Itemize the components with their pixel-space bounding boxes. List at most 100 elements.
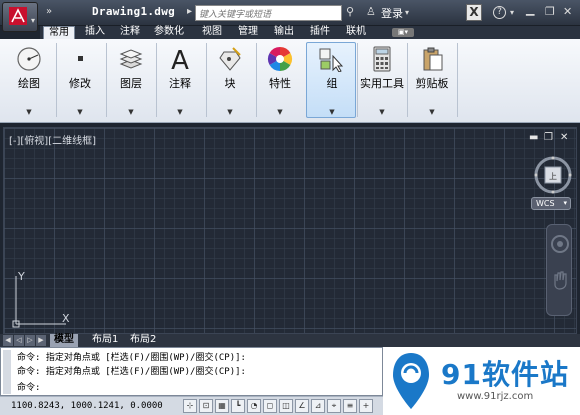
- chevron-down-icon[interactable]: ▼: [106, 108, 156, 116]
- lineweight-icon[interactable]: ≡: [343, 399, 357, 413]
- infer-constraints-icon[interactable]: ⊹: [183, 399, 197, 413]
- panel-label-clipboard: 剪贴板: [415, 77, 449, 90]
- group-icon: [319, 48, 344, 72]
- panel-modify[interactable]: 修改 ▼: [55, 42, 105, 118]
- panel-utilities[interactable]: 实用工具 ▼: [357, 42, 407, 118]
- viewport-minimize-icon[interactable]: ▬: [529, 132, 538, 143]
- tab-home[interactable]: 常用: [43, 26, 75, 39]
- document-title: Drawing1.dwg: [92, 5, 176, 18]
- tab-parametric[interactable]: 参数化: [154, 26, 184, 39]
- navigation-bar[interactable]: [546, 224, 572, 316]
- panel-label-properties: 特性: [269, 77, 291, 90]
- tab-view[interactable]: 视图: [202, 26, 222, 39]
- chevron-down-icon[interactable]: ▼: [307, 108, 357, 116]
- tab-manage[interactable]: 管理: [238, 26, 258, 39]
- panel-annotation[interactable]: A 注释 ▼: [155, 42, 205, 118]
- modify-icon: [78, 56, 83, 61]
- panel-block[interactable]: 块 ▼: [205, 42, 255, 118]
- tab-annotate[interactable]: 注释: [120, 26, 140, 39]
- login-dropdown-icon[interactable]: ▾: [405, 8, 409, 17]
- panel-label-draw: 绘图: [18, 77, 40, 90]
- next-layout-icon[interactable]: ▷: [25, 335, 35, 346]
- tab-output[interactable]: 输出: [274, 26, 294, 39]
- object-snap-tracking-icon[interactable]: ∠: [295, 399, 309, 413]
- close-icon[interactable]: ✕: [563, 5, 572, 18]
- user-icon[interactable]: ♙: [366, 5, 376, 18]
- dynamic-ucs-icon[interactable]: ⊿: [311, 399, 325, 413]
- help-icon[interactable]: ?: [493, 6, 506, 19]
- tab-layout2[interactable]: 布局2: [126, 334, 160, 347]
- command-history-line: 命令: 指定对角点或 [栏选(F)/圈围(WP)/圈交(CP)]:: [17, 353, 246, 363]
- chevron-down-icon[interactable]: ▼: [205, 108, 255, 116]
- polar-tracking-icon[interactable]: ◔: [247, 399, 261, 413]
- object-snap-icon[interactable]: ◻: [263, 399, 277, 413]
- drawing-viewport[interactable]: [-][俯视][二维线框] ▬ ❐ ✕ 上 WCS ▾ Y X: [3, 127, 577, 334]
- svg-text:A: A: [171, 46, 189, 72]
- chevron-down-icon[interactable]: ▼: [407, 108, 457, 116]
- restore-icon[interactable]: ❐: [545, 5, 555, 18]
- login-button[interactable]: 登录: [381, 5, 403, 21]
- command-grip-handle[interactable]: [3, 350, 11, 394]
- block-icon: [219, 47, 241, 71]
- prev-layout-icon[interactable]: ◁: [14, 335, 24, 346]
- panel-layers[interactable]: 图层 ▼: [106, 42, 156, 118]
- watermark-url: www.91rjz.com: [457, 391, 534, 402]
- wcs-dropdown[interactable]: WCS ▾: [531, 197, 571, 210]
- ortho-mode-icon[interactable]: ┗: [231, 399, 245, 413]
- panel-draw[interactable]: 绘图 ▼: [4, 42, 54, 118]
- draw-circle-icon: [17, 47, 41, 71]
- quick-access-overflow-icon[interactable]: »: [46, 6, 52, 17]
- chevron-down-icon[interactable]: ▼: [4, 108, 54, 116]
- command-input[interactable]: 命令:: [17, 380, 40, 393]
- layers-icon: [119, 49, 143, 69]
- panel-clipboard[interactable]: 剪贴板 ▼: [407, 42, 457, 118]
- compass-top-label: 上: [549, 172, 557, 181]
- steering-wheel-icon[interactable]: [547, 231, 573, 257]
- annotation-text-icon: A: [171, 46, 189, 72]
- watermark-name: 91软件站: [441, 358, 569, 391]
- first-layout-icon[interactable]: ◀: [3, 335, 13, 346]
- ucs-y-label: Y: [17, 270, 25, 283]
- 3d-object-snap-icon[interactable]: ◫: [279, 399, 293, 413]
- layout-tab-bar: ◀ ◁ ▷ ▶ 模型 布局1 布局2: [0, 334, 580, 347]
- chevron-down-icon[interactable]: ▼: [55, 108, 105, 116]
- viewport-close-icon[interactable]: ✕: [560, 132, 568, 143]
- tab-plugins[interactable]: 插件: [310, 26, 330, 39]
- ucs-icon: Y X: [12, 270, 70, 328]
- dynamic-input-icon[interactable]: ⌖: [327, 399, 341, 413]
- pan-hand-icon[interactable]: [547, 265, 573, 291]
- clipboard-icon: [423, 47, 443, 71]
- calculator-icon: [373, 46, 391, 72]
- tab-layout1[interactable]: 布局1: [88, 334, 122, 347]
- search-input[interactable]: 键入关键字或短语: [195, 5, 342, 21]
- application-menu-button[interactable]: ▾: [2, 2, 38, 32]
- chevron-down-icon: ▾: [563, 199, 567, 207]
- tab-insert[interactable]: 插入: [85, 26, 105, 39]
- tab-online[interactable]: 联机: [346, 26, 366, 39]
- exchange-apps-icon[interactable]: X: [466, 4, 482, 21]
- minimize-icon[interactable]: ▁: [526, 3, 534, 16]
- binoculars-icon[interactable]: ⚲: [346, 5, 354, 18]
- autocad-logo-icon: [9, 7, 27, 25]
- help-dropdown-icon[interactable]: ▾: [510, 8, 514, 17]
- grid-display-icon[interactable]: ▦: [215, 399, 229, 413]
- coordinate-readout: 1100.8243, 1000.1241, 0.0000: [11, 401, 163, 411]
- transparency-icon[interactable]: +: [359, 399, 373, 413]
- panel-label-modify: 修改: [69, 77, 91, 90]
- panel-group[interactable]: 组 ▼: [306, 42, 356, 118]
- ribbon: 绘图 ▼ 修改 ▼ 图层 ▼ A 注释 ▼ 块 ▼ 特性 ▼ 组 ▼ 实用工具 …: [0, 39, 580, 123]
- viewcube-compass-icon[interactable]: 上: [532, 154, 574, 196]
- chevron-down-icon[interactable]: ▼: [155, 108, 205, 116]
- last-layout-icon[interactable]: ▶: [36, 335, 46, 346]
- tab-model[interactable]: 模型: [50, 334, 78, 347]
- snap-mode-icon[interactable]: ⊡: [199, 399, 213, 413]
- viewport-restore-icon[interactable]: ❐: [544, 132, 553, 143]
- chevron-down-icon[interactable]: ▼: [357, 108, 407, 116]
- watermark-logo-icon: [393, 353, 429, 409]
- panel-properties[interactable]: 特性 ▼: [255, 42, 305, 118]
- chevron-down-icon[interactable]: ▼: [255, 108, 305, 116]
- viewport-controls-label[interactable]: [-][俯视][二维线框]: [9, 132, 96, 147]
- command-window[interactable]: 命令: 指定对角点或 [栏选(F)/圈围(WP)/圈交(CP)]: 命令: 指定…: [0, 347, 383, 396]
- search-expand-icon[interactable]: ▸: [187, 6, 192, 17]
- ribbon-minimize-icon[interactable]: ▣▾: [392, 28, 414, 37]
